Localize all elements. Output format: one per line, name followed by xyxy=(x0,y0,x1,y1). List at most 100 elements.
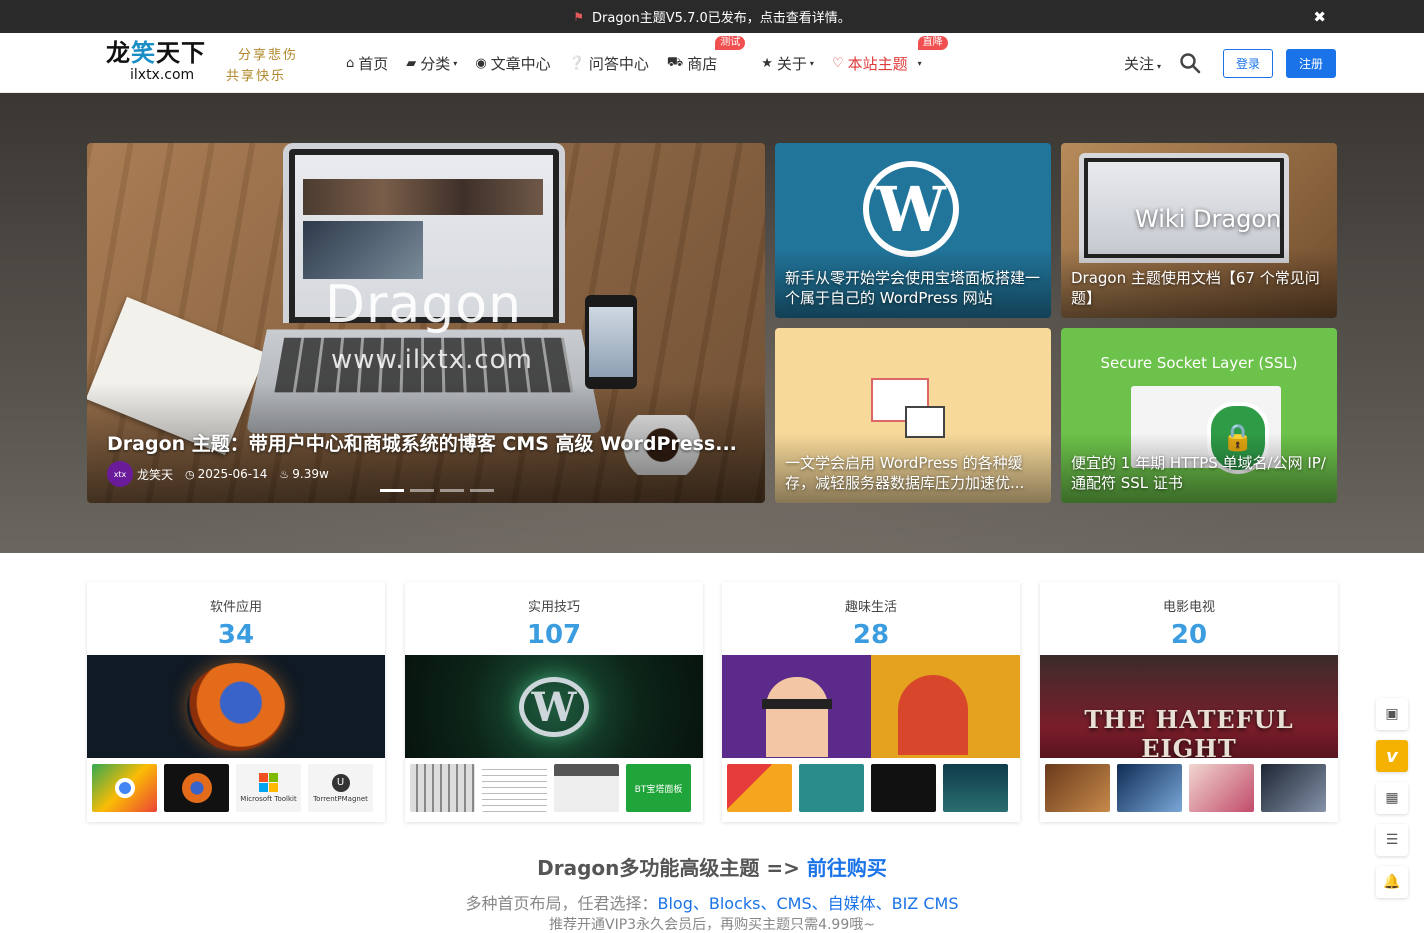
star-icon: ★ xyxy=(761,55,773,71)
chrome-icon xyxy=(114,778,135,798)
featured-slide[interactable]: Dragon www.ilxtx.com Dragon 主题：带用户中心和商城系… xyxy=(87,143,765,503)
nav-item-home[interactable]: ⌂ 首页 xyxy=(346,53,388,74)
category-count: 107 xyxy=(526,620,582,650)
logo-text: 龙笑天下 xyxy=(106,39,206,67)
windows-icon xyxy=(259,773,278,792)
wordpress-logo-icon: W xyxy=(519,677,589,737)
slide-dot[interactable] xyxy=(410,489,434,492)
baota-thumb[interactable]: BT宝塔面板 xyxy=(626,764,691,812)
screenshot-thumb[interactable] xyxy=(554,764,619,812)
badge-test: 测试 xyxy=(715,35,746,50)
ms-toolkit-thumb[interactable]: Microsoft Toolkit xyxy=(236,764,301,812)
slide-dot[interactable] xyxy=(470,489,494,492)
category-name: 实用技巧 xyxy=(527,600,580,615)
category-cards: 软件应用 34 Microsoft Toolkit U TorrentPMagn… xyxy=(87,582,1338,822)
girl-illustration-icon xyxy=(766,677,828,757)
category-thumbs xyxy=(1044,764,1332,812)
hero-tile-ssl[interactable]: Secure Socket Layer (SSL) 🔒 便宜的 1 年期 HTT… xyxy=(1061,328,1337,503)
table-thumb[interactable] xyxy=(482,764,547,812)
target-icon: ◉ xyxy=(475,55,487,71)
hero-tile-cache[interactable]: 一文学会启用 WordPress 的各种缓存，减轻服务器数据库压力加速优... xyxy=(775,328,1051,503)
cart-icon: ⛟ xyxy=(666,54,684,70)
life-thumb-4[interactable] xyxy=(943,764,1008,812)
nav-item-qa[interactable]: ❔ 问答中心 xyxy=(569,53,649,74)
fire-icon: ♨ xyxy=(279,467,290,481)
promo-subtitle: 多种首页布局，任君选择：Blog、Blocks、CMS、自媒体、BIZ CMS xyxy=(465,894,959,913)
category-card-software[interactable]: 软件应用 34 Microsoft Toolkit U TorrentPMagn… xyxy=(87,582,385,822)
firefox-thumb[interactable] xyxy=(164,764,229,812)
category-card-movies[interactable]: 电影电视 20 THE HATEFUL EIGHT xyxy=(1040,582,1338,822)
nav-item-shop[interactable]: ⛟ 商店 测试 xyxy=(666,35,746,74)
movie-banner-title: THE HATEFUL EIGHT xyxy=(1084,705,1294,758)
buy-link[interactable]: 前往购买 xyxy=(807,856,887,880)
nav-item-articles[interactable]: ◉ 文章中心 xyxy=(475,53,550,74)
nav-item-category[interactable]: ▰ 分类 ▾ xyxy=(406,53,457,74)
movie-thumb-3[interactable] xyxy=(1189,764,1254,812)
login-button[interactable]: 登录 xyxy=(1222,48,1273,78)
life-thumb-1[interactable] xyxy=(727,764,792,812)
movie-thumb-1[interactable] xyxy=(1045,764,1110,812)
search-icon[interactable] xyxy=(1179,52,1201,74)
category-cover: W xyxy=(405,655,703,758)
site-logo[interactable]: 龙笑天下 ilxtx.com xyxy=(106,39,226,83)
category-card-tips[interactable]: 实用技巧 107 W BT宝塔面板 xyxy=(405,582,703,822)
blindfold-icon xyxy=(762,699,832,709)
reward-float-button[interactable]: ▣ xyxy=(1376,698,1408,730)
slide-watermark: Dragon xyxy=(325,275,523,335)
movie-thumb-4[interactable] xyxy=(1261,764,1326,812)
announcement-bar[interactable]: ⚑ Dragon主题V5.7.0已发布，点击查看详情。 ✖ xyxy=(0,0,1424,33)
vip-float-button[interactable]: v xyxy=(1376,740,1408,772)
magnet-icon: U xyxy=(331,773,350,792)
money-icon: ▣ xyxy=(1385,706,1399,722)
layout-links[interactable]: Blog、Blocks、CMS、自媒体、BIZ CMS xyxy=(658,894,959,913)
post-date: 2025-06-14 xyxy=(197,467,268,481)
avatar[interactable]: xtx xyxy=(107,461,133,487)
announcement-text[interactable]: Dragon主题V5.7.0已发布，点击查看详情。 xyxy=(592,7,851,26)
caret-down-icon: ▾ xyxy=(917,58,922,68)
hero-section: Dragon www.ilxtx.com Dragon 主题：带用户中心和商城系… xyxy=(0,93,1424,553)
close-icon[interactable]: ✖ xyxy=(1313,8,1326,26)
category-thumbs: Microsoft Toolkit U TorrentPMagnet xyxy=(91,764,379,812)
hero-tile-wiki[interactable]: Wiki Dragon Dragon 主题使用文档【67 个常见问题】 xyxy=(1061,143,1337,318)
list-icon: ☰ xyxy=(1385,832,1399,848)
wordpress-logo-icon: W xyxy=(863,161,959,257)
nav-item-about[interactable]: ★ 关于 ▾ xyxy=(761,53,814,74)
chrome-thumb[interactable] xyxy=(92,764,157,812)
slide-title[interactable]: Dragon 主题：带用户中心和商城系统的博客 CMS 高级 WordPress… xyxy=(107,429,747,456)
qrcode-float-button[interactable]: ▦ xyxy=(1376,782,1408,814)
site-header: 龙笑天下 ilxtx.com 分享悲伤 共享快乐 ⌂ 首页 ▰ 分类 ▾ ◉ 文… xyxy=(0,33,1424,93)
qq-float-button[interactable]: 🔔 xyxy=(1376,866,1408,898)
comic-thumb[interactable] xyxy=(410,764,475,812)
category-name: 电影电视 xyxy=(1162,600,1215,615)
main-nav: ⌂ 首页 ▰ 分类 ▾ ◉ 文章中心 ❔ 问答中心 ⛟ 商店 测试 ★ 关于 ▾… xyxy=(346,33,948,93)
category-cover xyxy=(87,655,385,758)
follow-menu[interactable]: 关注 ▾ xyxy=(1124,53,1161,74)
category-cover xyxy=(722,655,1020,758)
tile-title[interactable]: Dragon 主题使用文档【67 个常见问题】 xyxy=(1071,268,1327,308)
tile-title[interactable]: 一文学会启用 WordPress 的各种缓存，减轻服务器数据库压力加速优... xyxy=(785,453,1041,493)
movie-thumb-2[interactable] xyxy=(1117,764,1182,812)
caret-down-icon: ▾ xyxy=(809,58,814,68)
slide-meta: xtx 龙笑天 ◷ 2025-06-14 ♨ 9.39w xyxy=(107,461,341,487)
category-card-life[interactable]: 趣味生活 28 xyxy=(722,582,1020,822)
author-name[interactable]: 龙笑天 xyxy=(137,466,173,483)
life-thumb-2[interactable] xyxy=(799,764,864,812)
hero-tile-baota[interactable]: W 新手从零开始学会使用宝塔面板搭建一个属于自己的 WordPress 网站 xyxy=(775,143,1051,318)
toc-float-button[interactable]: ☰ xyxy=(1376,824,1408,856)
category-name: 软件应用 xyxy=(209,600,262,615)
life-thumb-3[interactable] xyxy=(871,764,936,812)
tile-title[interactable]: 便宜的 1 年期 HTTPS 单域名/公网 IP/通配符 SSL 证书 xyxy=(1071,453,1327,493)
torrent-magnet-thumb[interactable]: U TorrentPMagnet xyxy=(308,764,373,812)
slide-dot[interactable] xyxy=(380,489,404,492)
question-icon: ❔ xyxy=(568,55,585,71)
category-thumbs xyxy=(726,764,1014,812)
tile-title[interactable]: 新手从零开始学会使用宝塔面板搭建一个属于自己的 WordPress 网站 xyxy=(785,268,1041,308)
server-illustration-icon xyxy=(871,374,961,442)
flag-icon: ⚑ xyxy=(573,9,584,24)
register-button[interactable]: 注册 xyxy=(1285,48,1336,78)
caret-down-icon: ▾ xyxy=(1156,61,1161,71)
folder-icon: ▰ xyxy=(406,55,417,71)
nav-item-theme[interactable]: ♡ 本站主题 直降 ▾ xyxy=(832,35,948,74)
firefox-icon xyxy=(181,773,212,803)
slide-dot[interactable] xyxy=(440,489,464,492)
